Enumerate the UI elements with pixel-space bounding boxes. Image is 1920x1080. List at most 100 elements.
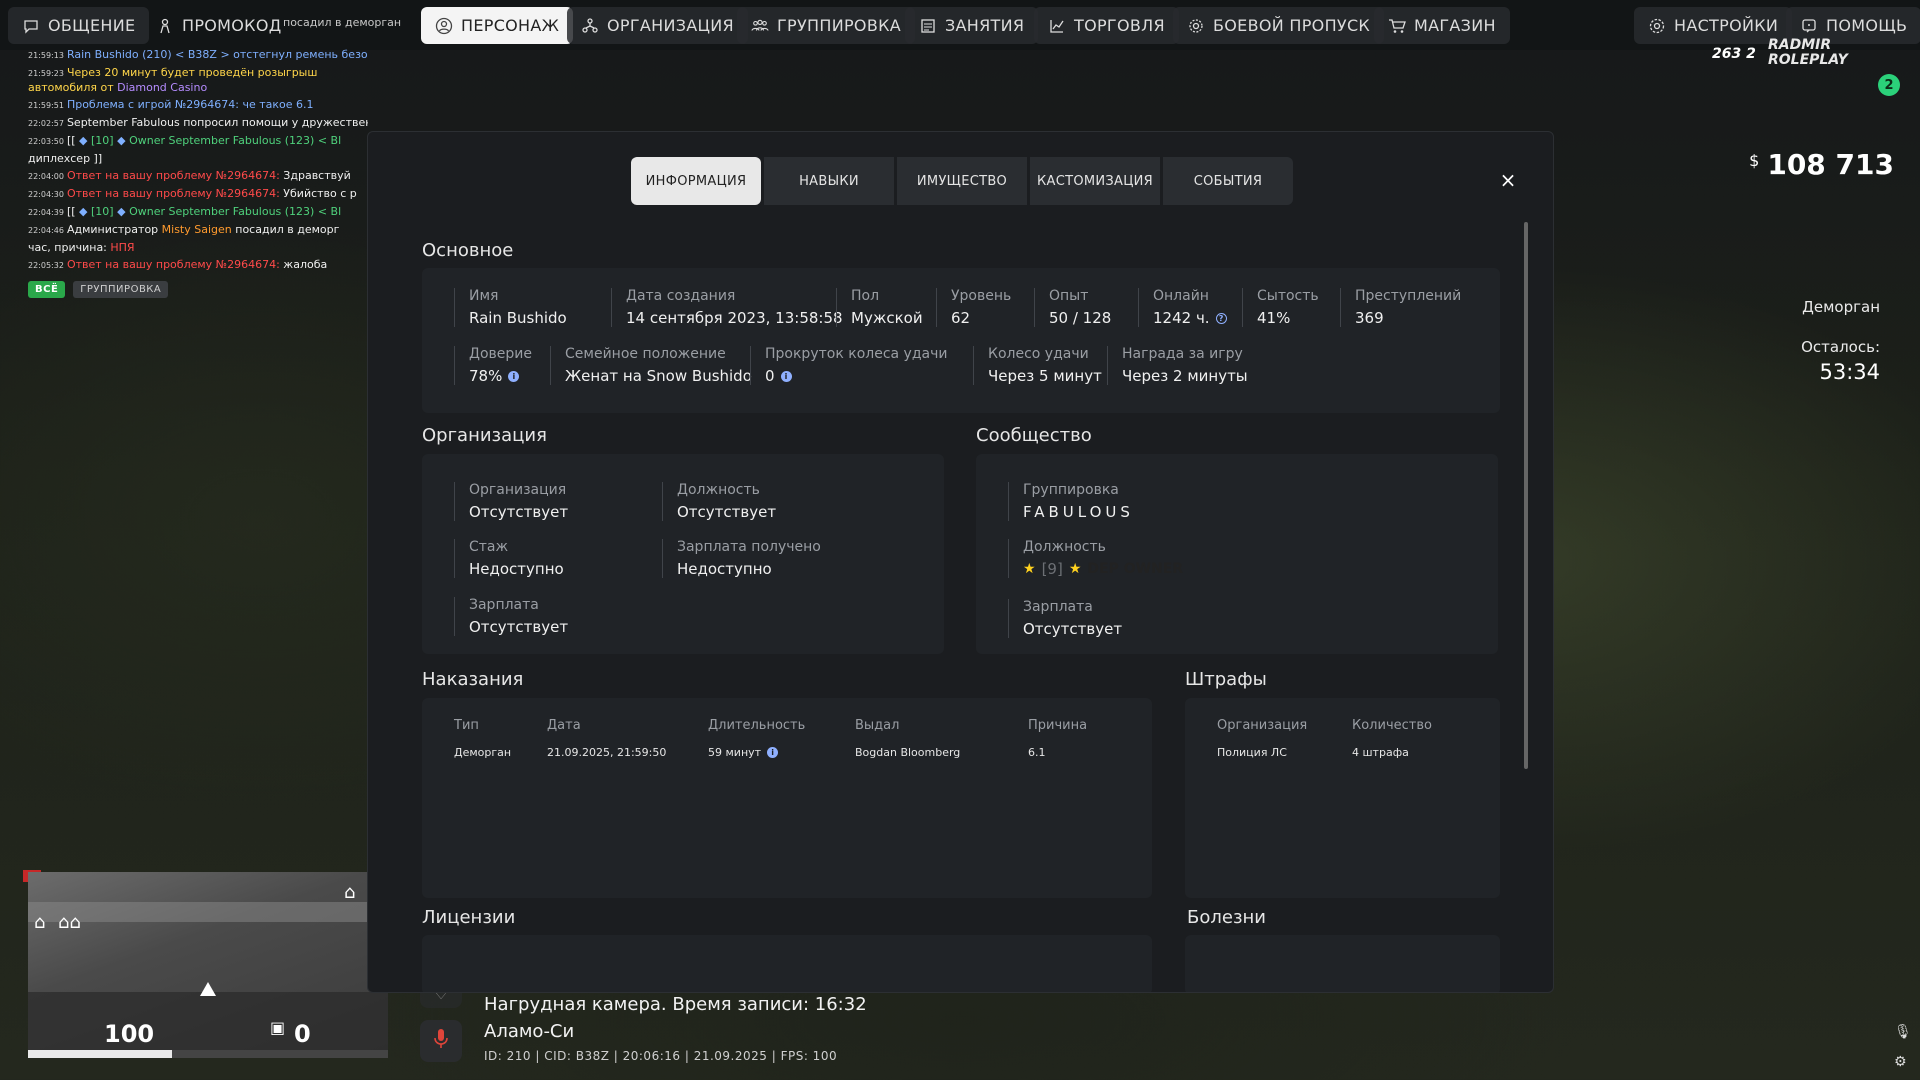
health-bar <box>28 1050 388 1058</box>
field-level: Уровень 62 <box>936 288 1011 327</box>
nav-gang[interactable]: ГРУППИРОВКА <box>737 7 916 44</box>
info-icon[interactable]: ? <box>1215 312 1227 324</box>
house-icon: ⌂⌂ <box>58 912 81 933</box>
chat-line: 22:04:00 Ответ на вашу проблему №2964674:… <box>28 169 351 182</box>
field-family: Семейное положение Женат на Snow Bushido <box>550 346 752 385</box>
voice-button[interactable] <box>420 1020 462 1062</box>
modal-scrollbar[interactable] <box>1524 222 1528 769</box>
settings-icon <box>1648 17 1666 35</box>
person-icon <box>156 17 174 35</box>
minimap-road <box>28 902 388 922</box>
close-button[interactable]: × <box>1496 168 1520 192</box>
calendar-icon <box>919 17 937 35</box>
table-cell: 4 штрафа <box>1352 746 1409 759</box>
field-gang-salary: Зарплата Отсутствует <box>1008 599 1122 638</box>
field-crimes: Преступлений 369 <box>1340 288 1461 327</box>
rank-name: DEP OWNER <box>1087 561 1184 577</box>
chat-tabs: ВСЁ ГРУППИРОВКА <box>28 281 169 298</box>
tab-information[interactable]: ИНФОРМАЦИЯ <box>631 157 761 205</box>
rank-number: [9] <box>1041 560 1063 578</box>
table-cell: Полиция ЛС <box>1217 746 1287 759</box>
chat-line: 21:59:13 Rain Bushido (210) < B38Z > отст… <box>28 48 368 61</box>
nav-trading[interactable]: ТОРГОВЛЯ <box>1034 7 1179 44</box>
tab-skills[interactable]: НАВЫКИ <box>764 157 894 205</box>
chat-line: 22:02:57 September Fabulous попросил помо… <box>28 116 368 129</box>
health-value: 100 <box>104 1020 155 1048</box>
house-icon: ⌂ <box>34 912 46 933</box>
session-info: ID: 210 | CID: B38Z | 20:06:16 | 21.09.2… <box>484 1049 838 1063</box>
modal-tabs: ИНФОРМАЦИЯ НАВЫКИ ИМУЩЕСТВО КАСТОМИЗАЦИЯ… <box>631 157 1293 205</box>
tab-events[interactable]: СОБЫТИЯ <box>1163 157 1293 205</box>
table-cell: 21.09.2025, 21:59:50 <box>547 746 667 759</box>
community-card: Группировка FABULOUS Должность ★ [9] ★ DE… <box>976 454 1498 654</box>
field-name: Имя Rain Bushido <box>454 288 567 327</box>
nav-trading-label: ТОРГОВЛЯ <box>1074 16 1165 35</box>
field-sex: Пол Мужской <box>836 288 923 327</box>
nav-promocode-label: ПРОМОКОД <box>182 16 282 35</box>
nav-organization[interactable]: ОРГАНИЗАЦИЯ <box>567 7 748 44</box>
nav-battle-pass-label: БОЕВОЙ ПРОПУСК <box>1213 16 1371 35</box>
org-card: Организация Отсутствует Должность Отсутств… <box>422 454 944 654</box>
demorgan-time: 53:34 <box>1819 360 1880 384</box>
nav-chat-label: ОБЩЕНИЕ <box>48 16 136 35</box>
side-settings-icon: ⚙ <box>1894 1054 1907 1070</box>
nav-activities[interactable]: ЗАНЯТИЯ <box>905 7 1039 44</box>
chat-tab-gang[interactable]: ГРУППИРОВКА <box>73 281 169 298</box>
chat-line: 22:05:32 Ответ на вашу проблему №2964674:… <box>28 258 328 271</box>
field-created: Дата создания 14 сентября 2023, 13:58:58 <box>611 288 843 327</box>
close-icon: × <box>1499 168 1517 192</box>
col-count: Количество <box>1352 718 1432 733</box>
field-gang: Группировка FABULOUS <box>1008 482 1134 521</box>
character-modal: ИНФОРМАЦИЯ НАВЫКИ ИМУЩЕСТВО КАСТОМИЗАЦИЯ… <box>367 131 1554 993</box>
nav-shop[interactable]: МАГАЗИН <box>1374 7 1510 44</box>
field-org: Организация Отсутствует <box>454 482 568 521</box>
nav-activities-label: ЗАНЯТИЯ <box>945 16 1025 35</box>
health-bar-fill <box>28 1050 172 1058</box>
brand-name: RADMIR ROLEPLAY <box>1768 38 1848 68</box>
info-icon[interactable]: i <box>767 747 779 758</box>
nav-promocode[interactable]: ПРОМОКОД <box>142 7 296 44</box>
nav-chat[interactable]: ОБЩЕНИЕ <box>8 7 150 44</box>
dollar-icon: $ <box>1749 151 1760 170</box>
field-exp: Опыт 50 / 128 <box>1034 288 1111 327</box>
chat-line: 22:03:50[[ ◆ [10] ◆ Owner September Fabu… <box>28 134 342 147</box>
microphone-icon <box>433 1028 449 1054</box>
help-icon <box>1800 17 1818 35</box>
top-navigation: ОБЩЕНИЕ посадил в деморган ПРОМОКОД ПЕРС… <box>0 0 1920 50</box>
info-icon[interactable]: i <box>780 370 792 382</box>
gear-badge-icon <box>1187 17 1205 35</box>
diseases-card <box>1185 935 1500 992</box>
field-gang-post: Должность ★ [9] ★ DEP OWNER <box>1008 539 1183 578</box>
chat-log: 21:59:13 Rain Bushido (210) < B38Z > отст… <box>28 48 368 276</box>
organization-icon <box>581 17 599 35</box>
field-satiety: Сытость 41% <box>1242 288 1319 327</box>
table-cell: Деморган <box>454 746 512 759</box>
money-value: 108 713 <box>1767 148 1894 181</box>
fines-card: Организация Количество Полиция ЛС 4 штра… <box>1185 698 1500 898</box>
money-display: $ 108 713 <box>1749 148 1894 181</box>
col-duration: Длительность <box>708 718 806 733</box>
server-brand: 263 2 RADMIR ROLEPLAY 2 <box>1708 38 1908 104</box>
nav-gang-label: ГРУППИРОВКА <box>777 16 902 35</box>
col-date: Дата <box>547 718 581 733</box>
nav-character-label: ПЕРСОНАЖ <box>461 16 560 35</box>
nav-battle-pass[interactable]: БОЕВОЙ ПРОПУСК <box>1173 7 1385 44</box>
district-name: Аламо-Си <box>484 1021 575 1042</box>
group-icon <box>751 17 769 35</box>
server-number-badge: 2 <box>1878 74 1900 96</box>
licenses-section-title: Лицензии <box>422 907 516 928</box>
tab-customization[interactable]: КАСТОМИЗАЦИЯ <box>1030 157 1160 205</box>
armor-value: 0 <box>294 1020 311 1048</box>
star-icon: ★ <box>1023 561 1036 577</box>
tab-property[interactable]: ИМУЩЕСТВО <box>897 157 1027 205</box>
info-icon[interactable]: i <box>508 370 520 382</box>
nav-character[interactable]: ПЕРСОНАЖ <box>421 7 574 44</box>
chat-tab-all[interactable]: ВСЁ <box>28 281 66 298</box>
field-spins: Прокруток колеса удачи 0i <box>750 346 947 385</box>
punishments-section-title: Наказания <box>422 669 524 690</box>
chat-line: 22:04:30 Ответ на вашу проблему №2964674:… <box>28 187 357 200</box>
org-section-title: Организация <box>422 425 547 446</box>
chat-line: 22:04:39[[ ◆ [10] ◆ Owner September Fabu… <box>28 205 342 218</box>
licenses-card <box>422 935 1152 992</box>
online-count: 263 2 <box>1712 46 1756 62</box>
